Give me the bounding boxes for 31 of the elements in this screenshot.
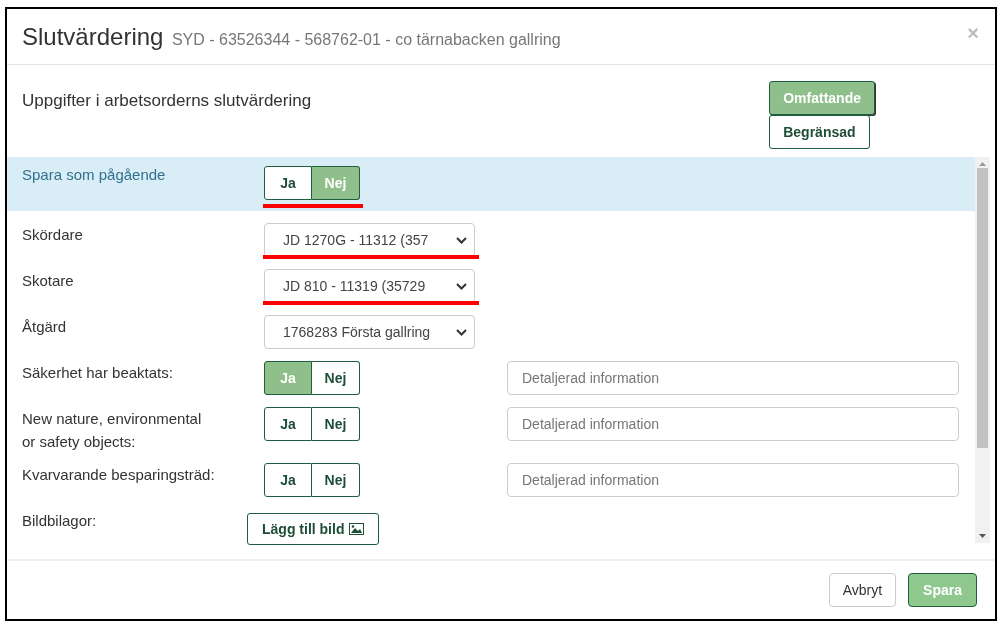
toggle-option[interactable]: Nej	[312, 407, 360, 441]
field-label: Bildbilagor:	[22, 510, 98, 531]
toggle-option[interactable]: Ja	[264, 462, 312, 497]
field-label: Skördare	[22, 225, 84, 245]
chevron-down-icon	[456, 328, 467, 336]
toggle-option[interactable]: Nej	[312, 361, 360, 395]
field-label: Säkerhet har beaktats:	[22, 363, 174, 383]
detail-input[interactable]: Detaljerad information	[507, 407, 959, 441]
detail-input[interactable]: Detaljerad information	[507, 462, 959, 497]
section-heading: Uppgifter i arbetsorderns slutvärdering	[22, 91, 312, 112]
scrollbar[interactable]	[975, 157, 990, 543]
scroll-up-icon[interactable]	[979, 162, 986, 166]
field-label: New nature, environmental or safety objects:	[22, 409, 203, 452]
chevron-down-icon	[456, 282, 467, 290]
field-label: Åtgärd	[22, 317, 68, 337]
field-label: Kvarvarande besparingsträd:	[22, 464, 216, 485]
chevron-down-icon	[456, 236, 467, 244]
scroll-down-icon[interactable]	[979, 534, 986, 538]
cancel-button[interactable]: Avbryt	[828, 573, 897, 607]
toggle-option[interactable]: Nej	[312, 462, 360, 497]
toggle-option[interactable]: Ja	[264, 166, 312, 200]
dropdown-field[interactable]: 1768283 Första gallring	[264, 315, 475, 349]
field-label: Spara som pågående	[22, 165, 167, 185]
dialog-subtitle: SYD - 63526344 - 568762-01 - co tärnabacken gallring	[171, 30, 561, 48]
detail-input[interactable]: Detaljerad information	[507, 361, 959, 395]
toggle-option[interactable]: Ja	[264, 407, 312, 441]
dialog-title: Slutvärdering	[22, 22, 164, 50]
add-image-button[interactable]: Lägg till bild	[247, 512, 380, 545]
mode-button[interactable]: Begränsad	[769, 115, 870, 149]
field-label: Skotare	[22, 271, 75, 291]
image-icon	[349, 522, 365, 535]
